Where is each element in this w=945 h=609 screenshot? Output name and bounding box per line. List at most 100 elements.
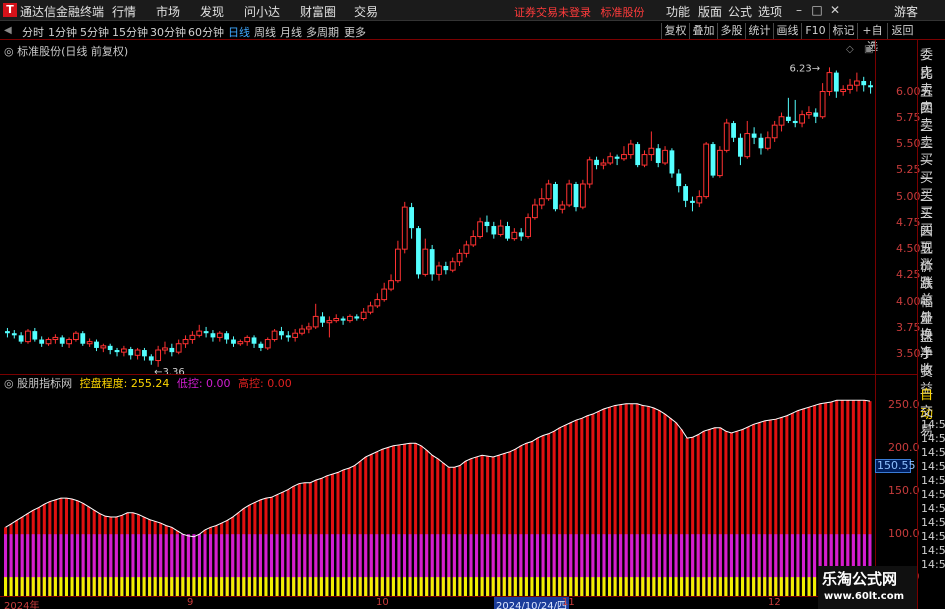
candle[interactable]: [279, 326, 284, 340]
candle[interactable]: [696, 190, 703, 208]
candle[interactable]: [224, 331, 230, 344]
candle[interactable]: [778, 112, 785, 132]
period-tab[interactable]: 1分钟: [48, 24, 77, 40]
candle[interactable]: [532, 198, 538, 220]
candle[interactable]: [635, 141, 641, 168]
candle[interactable]: [594, 156, 599, 170]
candle[interactable]: [305, 322, 312, 334]
candle[interactable]: [738, 133, 743, 166]
period-tab[interactable]: 月线: [280, 24, 302, 40]
candle[interactable]: [723, 118, 730, 153]
candle[interactable]: [422, 238, 429, 277]
candle[interactable]: [429, 244, 435, 281]
candle[interactable]: [525, 213, 531, 239]
menu-formula[interactable]: 公式: [728, 3, 752, 20]
candle[interactable]: [354, 314, 360, 321]
candle[interactable]: [299, 324, 305, 336]
candle[interactable]: [32, 327, 38, 342]
candle[interactable]: [231, 336, 236, 347]
candle[interactable]: [586, 156, 593, 189]
candle[interactable]: [491, 221, 497, 239]
candle[interactable]: [676, 169, 682, 193]
candle[interactable]: [128, 346, 134, 360]
menu-trade[interactable]: 交易: [354, 3, 378, 20]
candle[interactable]: [799, 110, 805, 128]
toolbar-button[interactable]: 返回: [887, 23, 917, 39]
candle[interactable]: [600, 158, 607, 170]
candle[interactable]: [25, 329, 31, 344]
candle[interactable]: [18, 332, 24, 344]
candle[interactable]: [59, 335, 65, 347]
settings-icon[interactable]: ▣: [864, 44, 873, 55]
candle[interactable]: [401, 201, 408, 254]
period-tab[interactable]: 更多: [344, 24, 366, 40]
candle[interactable]: [463, 240, 470, 258]
candle[interactable]: [785, 97, 791, 124]
candle[interactable]: [764, 131, 771, 151]
candle[interactable]: [758, 133, 764, 155]
candle[interactable]: [505, 221, 510, 241]
diamond-icon[interactable]: ◇: [846, 44, 854, 55]
candle[interactable]: [210, 330, 216, 342]
toolbar-button[interactable]: 统计: [745, 23, 773, 39]
candle[interactable]: [566, 179, 573, 208]
candle[interactable]: [271, 329, 278, 342]
candle[interactable]: [621, 146, 627, 161]
indicator-name[interactable]: 股朋指标网: [17, 377, 72, 390]
candle[interactable]: [320, 312, 325, 327]
candle[interactable]: [669, 148, 675, 178]
menu-quotes[interactable]: 行情: [112, 3, 136, 20]
candle[interactable]: [114, 347, 120, 357]
candle[interactable]: [497, 219, 504, 237]
menu-function[interactable]: 功能: [666, 3, 690, 20]
candle[interactable]: [312, 303, 319, 330]
indicator-toggle-icon[interactable]: ◎: [4, 377, 17, 390]
period-tab[interactable]: 60分钟: [188, 24, 224, 40]
candle[interactable]: [374, 293, 381, 308]
candle[interactable]: [648, 131, 655, 161]
guest-user[interactable]: 游客: [894, 3, 918, 20]
candle[interactable]: [573, 181, 579, 212]
candle[interactable]: [120, 345, 127, 357]
candle[interactable]: [792, 99, 798, 128]
candle[interactable]: [360, 308, 367, 321]
menu-layout[interactable]: 版面: [698, 3, 722, 20]
candle[interactable]: [148, 354, 154, 365]
maximize-icon[interactable]: □: [808, 1, 826, 19]
candle[interactable]: [538, 188, 545, 210]
candle[interactable]: [86, 338, 93, 347]
toolbar-button[interactable]: 标记: [829, 23, 857, 39]
candle[interactable]: [367, 301, 374, 315]
menu-ask[interactable]: 问小达: [244, 3, 280, 20]
menu-market[interactable]: 市场: [156, 3, 180, 20]
candle[interactable]: [443, 261, 449, 275]
candle[interactable]: [175, 339, 182, 355]
candle[interactable]: [545, 179, 552, 201]
candle[interactable]: [155, 345, 162, 367]
candle[interactable]: [627, 139, 634, 159]
menu-wealth[interactable]: 财富圈: [300, 3, 336, 20]
candle[interactable]: [614, 154, 620, 166]
candle[interactable]: [826, 67, 833, 96]
candle[interactable]: [340, 316, 346, 325]
candle[interactable]: [868, 81, 873, 94]
candlestick-chart[interactable]: 6.23→ ←3.36 ◇ ▣: [0, 40, 875, 374]
period-tab[interactable]: 5分钟: [80, 24, 109, 40]
toolbar-button[interactable]: 画线: [773, 23, 801, 39]
candle[interactable]: [45, 337, 52, 346]
candle[interactable]: [388, 274, 394, 292]
candle[interactable]: [285, 331, 291, 342]
toolbar-button[interactable]: +自选: [857, 23, 887, 53]
candle[interactable]: [237, 339, 244, 346]
toolbar-button[interactable]: F10: [801, 23, 829, 39]
candle[interactable]: [94, 339, 99, 352]
candle[interactable]: [819, 83, 826, 119]
candle[interactable]: [73, 331, 79, 342]
candle[interactable]: [683, 184, 689, 208]
period-tab[interactable]: 日线: [228, 24, 250, 40]
candle[interactable]: [142, 347, 147, 361]
candle[interactable]: [751, 127, 757, 145]
candle[interactable]: [690, 196, 695, 212]
candle[interactable]: [347, 314, 353, 323]
collapse-icon[interactable]: ◀: [4, 25, 12, 36]
